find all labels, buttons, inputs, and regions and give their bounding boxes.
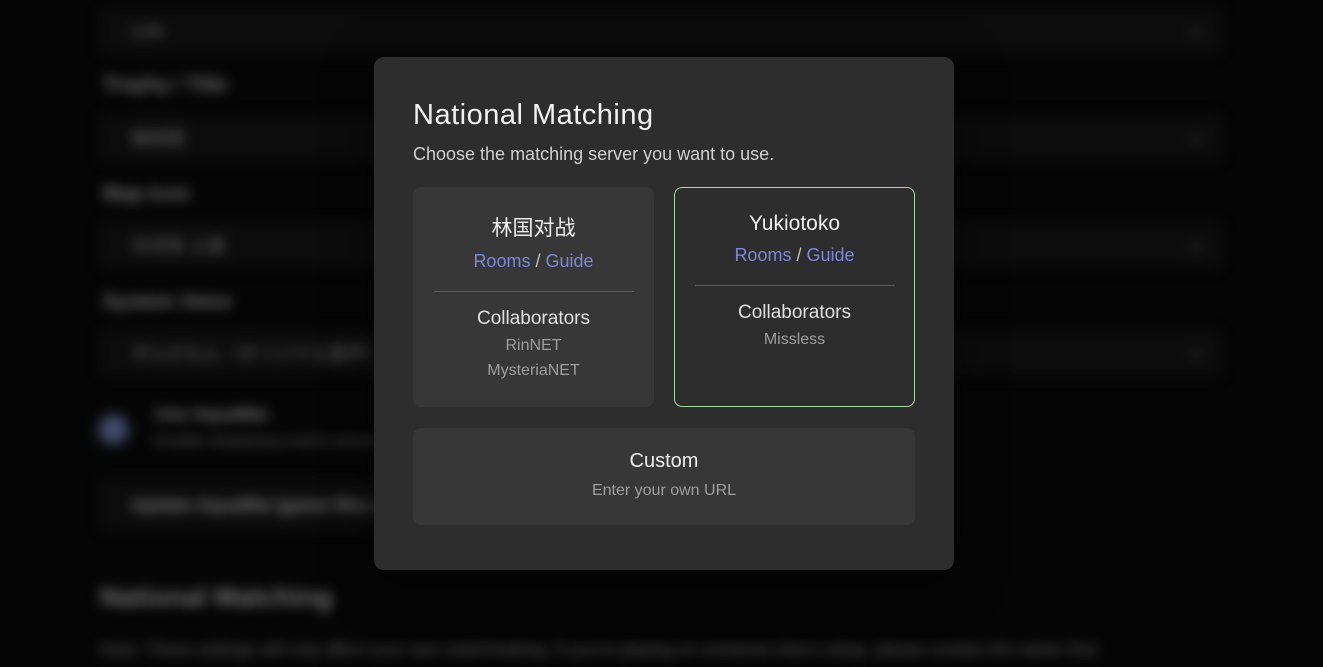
link-separator: / <box>796 245 801 265</box>
collaborator-name: MysteriaNET <box>414 362 653 380</box>
rooms-link[interactable]: Rooms <box>734 245 791 265</box>
link-separator: / <box>535 251 540 271</box>
server-links: Rooms / Guide <box>675 245 914 266</box>
collaborators-label: Collaborators <box>675 302 914 324</box>
collaborator-name: Missless <box>675 331 914 349</box>
server-name: Yukiotoko <box>675 212 914 236</box>
card-divider <box>434 291 634 292</box>
custom-card-title: Custom <box>413 450 915 473</box>
dialog-title: National Matching <box>413 99 915 132</box>
guide-link[interactable]: Guide <box>807 245 855 265</box>
custom-card-subtitle: Enter your own URL <box>413 482 915 500</box>
rooms-link[interactable]: Rooms <box>473 251 530 271</box>
national-matching-dialog: National Matching Choose the matching se… <box>374 57 954 570</box>
guide-link[interactable]: Guide <box>546 251 594 271</box>
server-links: Rooms / Guide <box>414 251 653 272</box>
server-card-yukiotoko[interactable]: Yukiotoko Rooms / Guide Collaborators Mi… <box>674 187 915 407</box>
card-divider <box>695 285 895 286</box>
server-card-linguo[interactable]: 林国对战 Rooms / Guide Collaborators RinNET … <box>413 187 654 407</box>
server-options: 林国对战 Rooms / Guide Collaborators RinNET … <box>413 187 915 407</box>
collaborators-label: Collaborators <box>414 308 653 330</box>
collaborator-name: RinNET <box>414 337 653 355</box>
server-name: 林国对战 <box>414 212 653 242</box>
dialog-subtitle: Choose the matching server you want to u… <box>413 144 915 165</box>
custom-server-card[interactable]: Custom Enter your own URL <box>413 428 915 525</box>
page: Link Trophy / Title 無制限 Map Icon 天空街 土星 … <box>0 0 1323 667</box>
